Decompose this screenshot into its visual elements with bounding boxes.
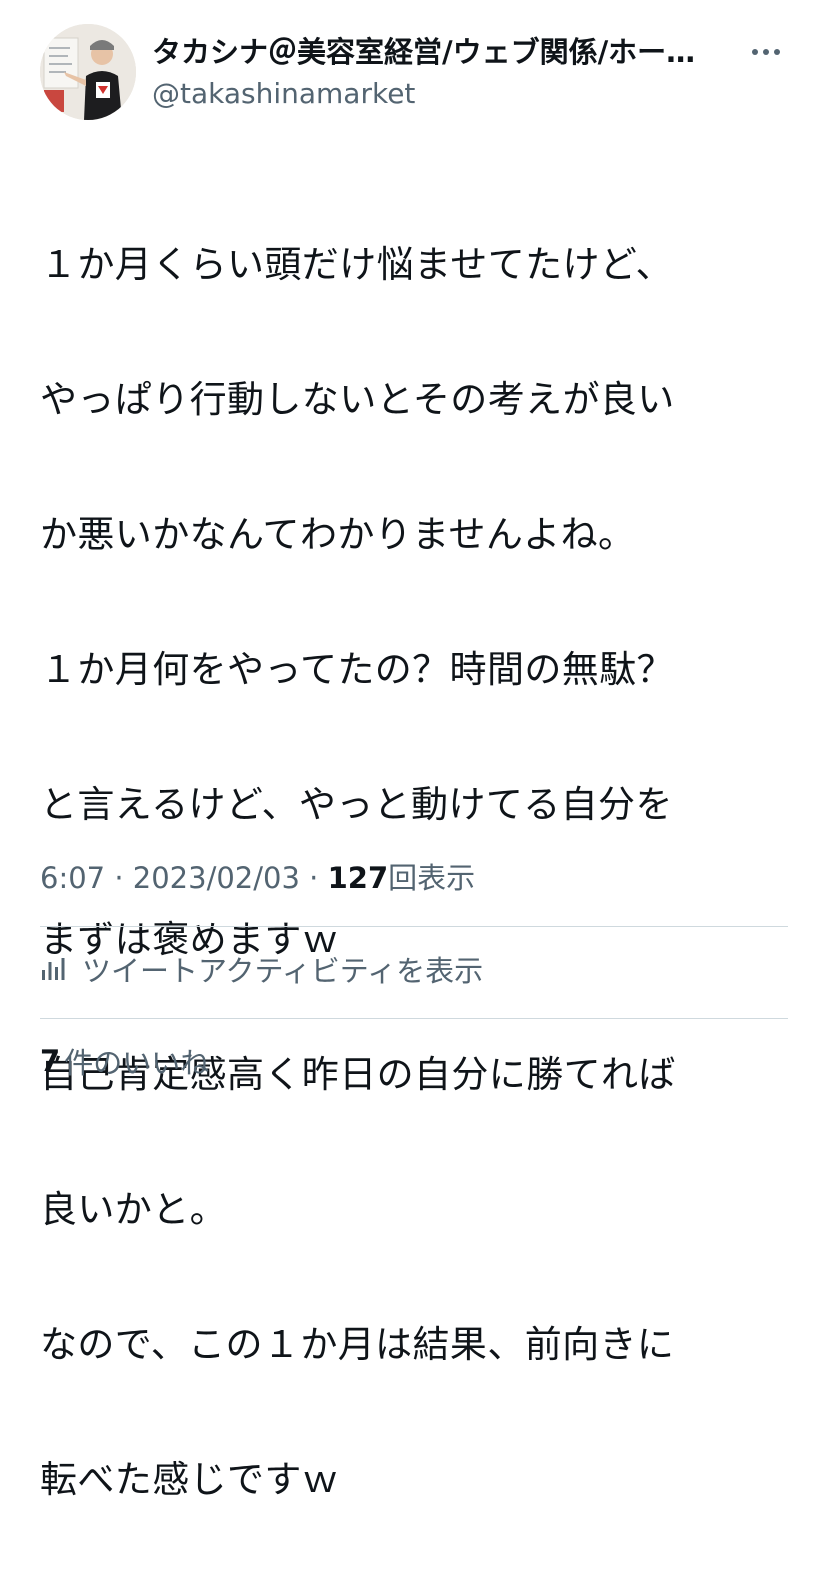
tweet-text-line: １か月くらい頭だけ悩ませてたけど、 [40,242,673,286]
tweet-meta: 6:07 · 2023/02/03 · 127回表示 [40,856,475,900]
tweet-text-line: 転べた感じですｗ [40,1457,340,1501]
analytics-icon [40,955,68,983]
tweet-text-line: と言えるけど、やっと動けてる自分を [40,782,673,826]
author-display-name[interactable]: タカシナ＠美容室経営/ウェブ関係/ホー… [152,32,742,72]
likes-link[interactable]: 7 件のいいね [40,1038,209,1084]
views-label: 回表示 [388,861,476,895]
divider [40,926,788,927]
more-dots-icon [752,49,780,55]
author-handle[interactable]: @takashinamarket [152,74,742,114]
tweet-header: タカシナ＠美容室経営/ウェブ関係/ホー… @takashinamarket [40,24,788,120]
likes-label: 件のいいね [64,1046,210,1080]
tweet-text-line: か悪いかなんてわかりませんよね。 [40,512,636,556]
tweet-activity-link[interactable]: ツイートアクティビティを表示 [40,944,483,994]
tweet-date[interactable]: 2023/02/03 [133,861,300,895]
likes-count: 7 [40,1044,61,1078]
tweet-time[interactable]: 6:07 [40,861,105,895]
tweet-text-line: １か月何をやってたの？時間の無駄？ [40,647,674,691]
tweet-activity-label: ツイートアクティビティを表示 [82,954,484,988]
avatar[interactable] [40,24,136,120]
tweet-text-line: 良いかと。 [40,1187,227,1231]
meta-separator: · [299,861,328,895]
tweet-text-line: なので、この１か月は結果、前向きに [40,1322,675,1366]
divider [40,1018,788,1019]
avatar-photo [40,24,136,120]
tweet-text-line: やっぱり行動しないとその考えが良い [40,377,675,421]
more-options-button[interactable] [748,34,784,70]
meta-separator: · [105,861,133,895]
views-count: 127 [327,861,389,895]
